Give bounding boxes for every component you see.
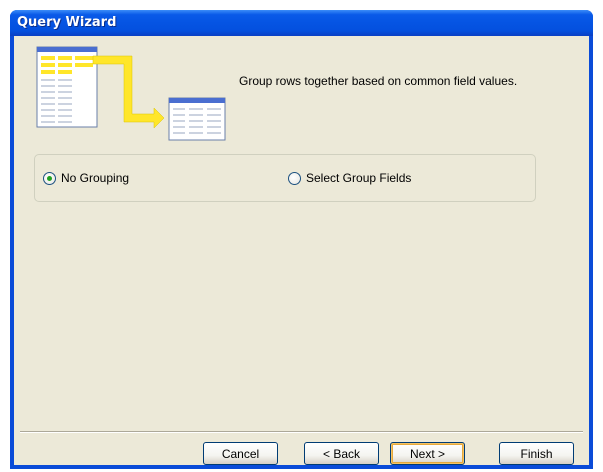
wizard-grouping-graphic-icon: [36, 46, 226, 141]
button-separator: [20, 431, 583, 433]
no-grouping-label: No Grouping: [61, 171, 130, 185]
window-title: Query Wizard: [17, 15, 117, 30]
next-button[interactable]: Next >: [390, 442, 465, 465]
no-grouping-radio[interactable]: No Grouping: [43, 171, 129, 185]
grouping-options-box: No Grouping Select Group Fields: [34, 154, 536, 202]
radio-checked-icon: [43, 171, 56, 185]
query-wizard-window: Query Wizard Group rows together based o…: [10, 10, 593, 469]
cancel-button[interactable]: Cancel: [203, 442, 278, 465]
select-group-fields-radio[interactable]: Select Group Fields: [288, 171, 411, 185]
wizard-client-area: Group rows together based on common fiel…: [14, 36, 589, 465]
radio-unchecked-icon: [288, 171, 301, 185]
select-group-fields-label: Select Group Fields: [306, 171, 412, 185]
back-button[interactable]: < Back: [304, 442, 379, 465]
step-description: Group rows together based on common fiel…: [239, 74, 518, 88]
title-bar[interactable]: Query Wizard: [10, 10, 593, 36]
finish-button[interactable]: Finish: [499, 442, 574, 465]
